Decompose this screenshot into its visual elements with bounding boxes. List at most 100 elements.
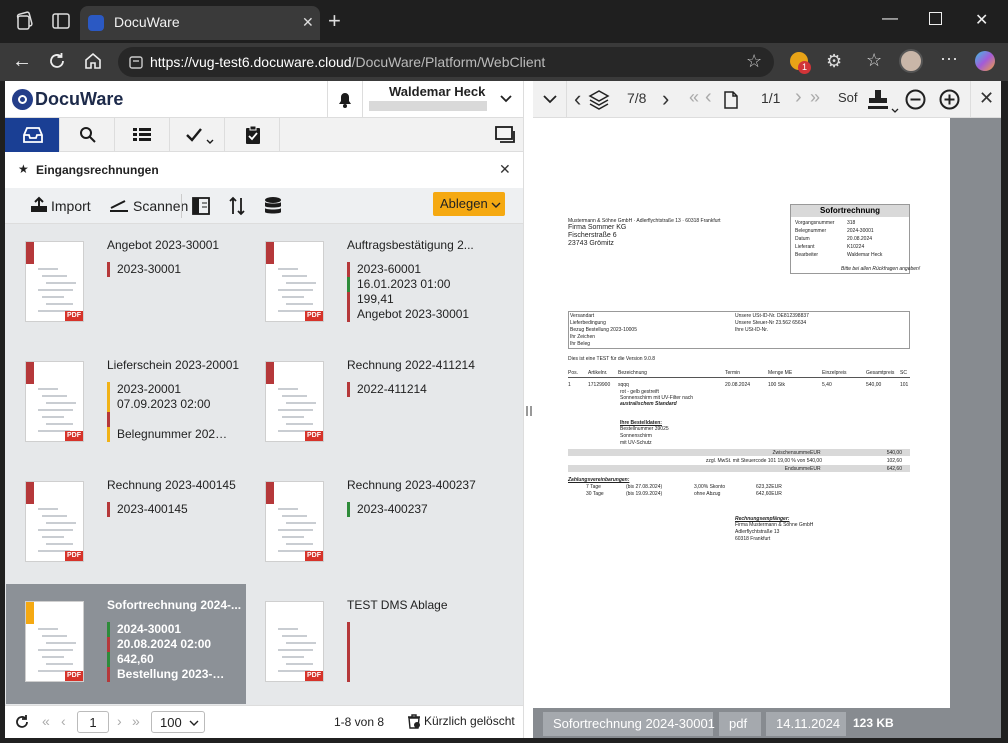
document-fields: 2024-30001 20.08.2024 02:00 642,60 Bestellu… <box>107 622 231 682</box>
maximize-icon[interactable] <box>929 12 942 25</box>
store-button[interactable]: Ablegen <box>433 192 505 216</box>
invoice-text-line: 5,40 <box>822 382 832 388</box>
document-thumbnail[interactable]: PDF <box>25 241 84 322</box>
document-card[interactable]: PDF Rechnung 2023-400237 2023-400237 <box>246 464 486 584</box>
favorites-icon[interactable]: ☆ <box>866 50 882 71</box>
last-page-viewer-icon[interactable]: » <box>810 87 820 108</box>
invoice-text-line: 30 Tage <box>586 491 604 497</box>
pdf-badge-icon: PDF <box>65 431 83 441</box>
first-page-icon[interactable]: « <box>42 713 50 729</box>
browser-tab[interactable]: DocuWare ✕ <box>80 6 320 40</box>
document-card[interactable]: PDF Rechnung 2023-400145 2023-400145 <box>6 464 246 584</box>
panel-splitter[interactable] <box>523 81 533 738</box>
document-card[interactable]: PDF Sofortrechnung 2024-... 2024-30001 20.0… <box>6 584 246 704</box>
invoice-text-line: SC <box>900 370 907 376</box>
close-viewer-icon[interactable]: ✕ <box>979 88 994 109</box>
document-thumbnail[interactable]: PDF <box>265 481 324 562</box>
prev-page-viewer-icon[interactable]: ‹ <box>705 86 712 109</box>
extension-icon[interactable]: 1 <box>790 52 811 74</box>
document-thumbnail[interactable]: PDF <box>265 601 324 682</box>
page-size-select[interactable]: 100 <box>151 711 205 733</box>
page-size-value: 100 <box>160 715 182 730</box>
nav-trays-button[interactable] <box>5 118 60 152</box>
payment-heading: Zahlungsvereinbarungen: <box>568 477 630 483</box>
url-field[interactable]: https://vug-test6.docuware.cloud/DocuWar… <box>118 47 774 77</box>
close-window-icon[interactable]: ✕ <box>975 10 988 30</box>
document-card[interactable]: PDF Auftragsbestätigung 2... 2023-60001 16.… <box>246 224 486 344</box>
close-tray-icon[interactable]: ✕ <box>499 161 511 178</box>
profile-avatar[interactable] <box>899 49 923 73</box>
prev-document-icon[interactable]: ‹ <box>574 86 581 112</box>
document-thumbnail[interactable]: PDF <box>265 361 324 442</box>
back-icon[interactable]: ← <box>12 51 32 71</box>
refresh-icon[interactable] <box>47 51 67 71</box>
favorite-star-icon[interactable]: ☆ <box>746 51 762 72</box>
scan-button[interactable]: Scannen <box>109 188 188 224</box>
document-stack-icon[interactable] <box>588 89 610 111</box>
next-document-icon[interactable]: › <box>662 86 669 112</box>
minimize-icon[interactable]: — <box>882 10 898 28</box>
document-fields: 2023-60001 16.01.2023 01:00 199,41 Angebot … <box>347 262 469 322</box>
document-field-value: 2023-30001 <box>117 262 182 276</box>
sort-icon[interactable] <box>229 196 245 216</box>
tab-title: DocuWare <box>114 14 180 30</box>
extensions-puzzle-icon[interactable]: ⚙ <box>826 51 842 72</box>
document-thumbnail[interactable]: PDF <box>25 481 84 562</box>
user-menu-chevron-icon[interactable] <box>499 91 513 105</box>
document-card[interactable]: PDF TEST DMS Ablage <box>246 584 486 704</box>
tray-title-bar: ★ Eingangsrechnungen ✕ <box>5 152 523 188</box>
invoice-info-box: Sofortrechnung Vorgangsnummer 318 Belegnum… <box>790 204 920 274</box>
prev-page-icon[interactable]: ‹ <box>61 713 66 729</box>
recently-deleted-button[interactable]: Kürzlich gelöscht <box>407 712 519 732</box>
tab-actions-icon[interactable] <box>50 10 72 32</box>
thumbnail-line <box>278 409 313 411</box>
database-icon[interactable] <box>263 196 283 216</box>
workspaces-icon[interactable] <box>14 10 36 32</box>
copilot-icon[interactable] <box>975 51 995 71</box>
page-number-input[interactable]: 1 <box>77 711 109 733</box>
document-card[interactable]: PDF Angebot 2023-30001 2023-30001 <box>6 224 246 344</box>
site-info-icon[interactable] <box>128 54 144 70</box>
document-card[interactable]: PDF Rechnung 2022-411214 2022-411214 <box>246 344 486 464</box>
document-thumbnail[interactable]: PDF <box>265 241 324 322</box>
splitter-grip-icon[interactable] <box>526 406 532 416</box>
new-tab-icon[interactable]: + <box>328 10 341 32</box>
document-thumbnail[interactable]: PDF <box>25 361 84 442</box>
star-icon[interactable]: ★ <box>18 162 29 176</box>
document-field: 2024-30001 <box>107 622 231 637</box>
nav-search-button[interactable] <box>60 118 115 152</box>
thumbnail-line <box>38 628 58 630</box>
stamp-icon[interactable] <box>866 88 900 114</box>
thumbnail-line <box>282 515 307 517</box>
last-page-icon[interactable]: » <box>132 713 140 729</box>
zoom-in-icon[interactable] <box>939 89 960 110</box>
next-page-viewer-icon[interactable]: › <box>795 86 802 109</box>
more-menu-icon[interactable]: ⋯ <box>940 49 958 70</box>
invoice-reference-box: Versandart Lieferbedingung Bezug Bestellun… <box>568 311 910 349</box>
window-layout-icon[interactable] <box>495 126 517 144</box>
thumbnail-line <box>282 275 307 277</box>
invoice-text-line: ohne Abzug <box>694 491 721 497</box>
zoom-out-icon[interactable] <box>905 89 926 110</box>
import-button[interactable]: Import <box>25 188 120 224</box>
first-page-viewer-icon[interactable]: « <box>689 87 699 108</box>
notifications-bell-icon[interactable] <box>335 89 355 109</box>
next-page-icon[interactable]: › <box>117 713 122 729</box>
reload-icon[interactable] <box>14 714 30 730</box>
document-card[interactable]: PDF Lieferschein 2023-20001 2023-20001 07.0… <box>6 344 246 464</box>
result-count: 1-8 von 8 <box>334 715 385 729</box>
nav-clipboard-button[interactable] <box>225 118 280 152</box>
nav-list-button[interactable] <box>115 118 170 152</box>
invoice-text-line: 102,60 <box>886 458 902 464</box>
document-title: TEST DMS Ablage <box>347 598 448 612</box>
nav-tasks-button[interactable] <box>170 118 225 152</box>
document-thumbnail[interactable]: PDF <box>25 601 84 682</box>
document-field: 2023-20001 <box>107 382 231 397</box>
close-tab-icon[interactable]: ✕ <box>302 14 314 31</box>
home-icon[interactable] <box>83 51 103 71</box>
user-name[interactable]: Waldemar Heck <box>389 84 485 99</box>
document-title: Rechnung 2023-400237 <box>347 478 476 492</box>
invoice-box-note: Bitte bei allen Rückfragen angeben! <box>841 266 921 272</box>
layout-toggle-icon[interactable] <box>192 197 210 215</box>
collapse-chevron-icon[interactable] <box>543 94 557 104</box>
